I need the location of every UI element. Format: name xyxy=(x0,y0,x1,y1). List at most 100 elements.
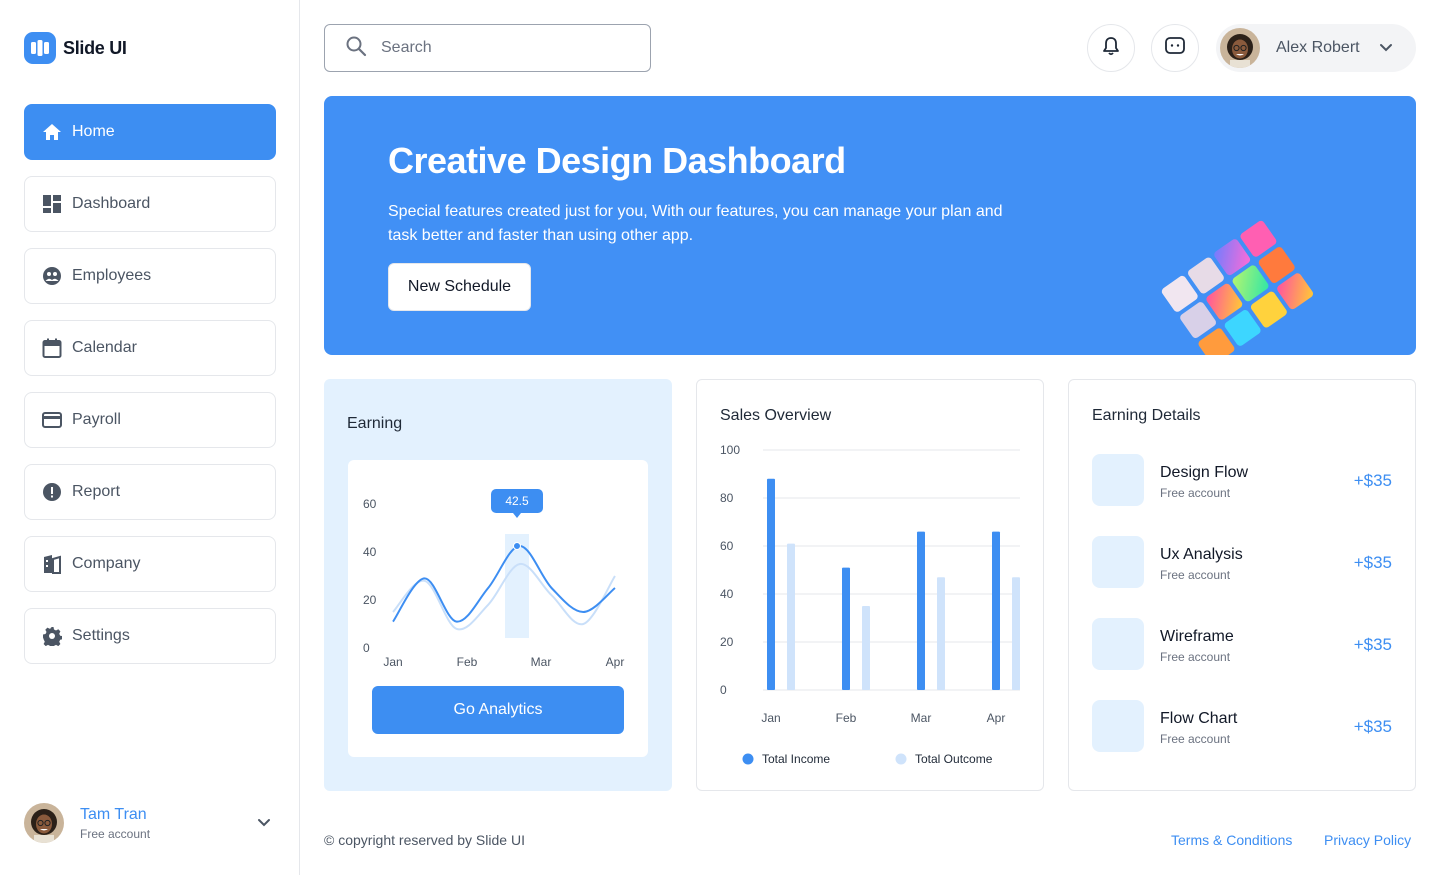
y-tick-label: 60 xyxy=(363,497,377,511)
sidebar-item-calendar[interactable]: Calendar xyxy=(24,320,276,376)
messages-button[interactable] xyxy=(1151,24,1199,72)
x-tick-label: Feb xyxy=(457,655,478,669)
legend-label: Total Outcome xyxy=(915,752,993,766)
sidebar-item-label: Payroll xyxy=(72,411,121,428)
y-tick-label: 40 xyxy=(720,587,734,601)
brand[interactable]: Slide UI xyxy=(24,32,127,64)
sidebar-item-settings[interactable]: Settings xyxy=(24,608,276,664)
x-tick-label: Apr xyxy=(606,655,625,669)
sidebar-item-label: Employees xyxy=(72,267,152,284)
alert-icon xyxy=(42,482,62,502)
credit-card-icon xyxy=(42,410,62,430)
sidebar-item-company[interactable]: Company xyxy=(24,536,276,592)
chevron-down-icon xyxy=(1378,40,1394,61)
bar xyxy=(937,577,945,690)
item-amount: +$35 xyxy=(1353,635,1392,654)
sidebar-item-home[interactable]: Home xyxy=(24,104,276,160)
home-icon xyxy=(42,122,62,142)
privacy-link[interactable]: Privacy Policy xyxy=(1324,832,1411,848)
y-tick-label: 0 xyxy=(363,641,370,655)
item-name: Ux Analysis xyxy=(1160,546,1243,563)
slide-logo-icon xyxy=(24,32,56,64)
sidebar-item-label: Dashboard xyxy=(72,195,151,212)
rubiks-cube-illustration xyxy=(1084,216,1344,355)
item-amount: +$35 xyxy=(1353,717,1392,736)
sidebar-user[interactable]: Tam Tran Free account xyxy=(24,802,276,844)
earning-details-title: Earning Details xyxy=(1092,407,1201,424)
bar xyxy=(862,606,870,690)
tooltip-pointer xyxy=(513,513,521,518)
earning-card: Earning 0 20 40 60 Jan Feb Mar Apr 42.5 Go Analy… xyxy=(324,379,672,791)
legend-marker xyxy=(895,753,907,765)
earning-details-card: Earning Details Design Flow Free account… xyxy=(1068,379,1416,791)
sidebar-item-label: Home xyxy=(72,123,115,140)
sidebar-nav: Home Dashboard Employees Calendar Payrol… xyxy=(24,104,276,680)
x-tick-label: Mar xyxy=(911,711,932,725)
bell-icon xyxy=(1102,36,1120,61)
sidebar-item-employees[interactable]: Employees xyxy=(24,248,276,304)
highlight-point xyxy=(513,542,521,550)
bar xyxy=(767,478,775,690)
item-subtitle: Free account xyxy=(1160,732,1231,746)
sidebar-user-name: Tam Tran xyxy=(80,805,147,823)
sidebar-item-label: Report xyxy=(72,483,121,500)
item-subtitle: Free account xyxy=(1160,486,1231,500)
bar xyxy=(917,531,925,690)
bar xyxy=(1012,577,1020,690)
go-analytics-button[interactable]: Go Analytics xyxy=(372,686,624,734)
copyright-text: © copyright reserved by Slide UI xyxy=(324,832,525,848)
terms-link[interactable]: Terms & Conditions xyxy=(1171,832,1292,848)
list-item[interactable]: Ux Analysis Free account +$35 xyxy=(1092,536,1392,588)
x-tick-label: Jan xyxy=(383,655,402,669)
avatar xyxy=(1220,28,1260,68)
item-thumbnail xyxy=(1092,454,1144,506)
sidebar-item-payroll[interactable]: Payroll xyxy=(24,392,276,448)
sales-overview-card: Sales Overview 0 20 40 60 80 100 Jan Feb Mar Apr T… xyxy=(696,379,1044,791)
sidebar-item-report[interactable]: Report xyxy=(24,464,276,520)
item-amount: +$35 xyxy=(1353,553,1392,572)
employees-icon xyxy=(42,266,62,286)
brand-name: Slide UI xyxy=(63,37,127,58)
item-thumbnail xyxy=(1092,618,1144,670)
dashboard-icon xyxy=(42,194,62,214)
sidebar-item-label: Settings xyxy=(72,627,130,644)
list-item[interactable]: Wireframe Free account +$35 xyxy=(1092,618,1392,670)
bar xyxy=(787,543,795,690)
item-thumbnail xyxy=(1092,536,1144,588)
bar xyxy=(992,531,1000,690)
item-name: Design Flow xyxy=(1160,464,1249,481)
list-item[interactable]: Flow Chart Free account +$35 xyxy=(1092,700,1392,752)
sales-chart: 0 20 40 60 80 100 Jan Feb Mar Apr Total Income Tota… xyxy=(720,443,1020,766)
hero-title: Creative Design Dashboard xyxy=(388,140,846,181)
x-tick-label: Mar xyxy=(531,655,552,669)
search-box[interactable] xyxy=(324,24,651,72)
y-tick-label: 100 xyxy=(720,443,740,457)
profile-name: Alex Robert xyxy=(1276,39,1360,56)
item-name: Flow Chart xyxy=(1160,710,1238,727)
item-name: Wireframe xyxy=(1160,628,1234,645)
legend-label: Total Income xyxy=(762,752,830,766)
y-tick-label: 40 xyxy=(363,545,377,559)
search-icon xyxy=(345,35,367,62)
chevron-down-icon[interactable] xyxy=(256,814,272,835)
list-item[interactable]: Design Flow Free account +$35 xyxy=(1092,454,1392,506)
earning-title: Earning xyxy=(347,415,403,432)
new-schedule-button[interactable]: New Schedule xyxy=(388,263,531,311)
bar xyxy=(842,567,850,690)
x-tick-label: Jan xyxy=(761,711,780,725)
x-tick-label: Feb xyxy=(836,711,857,725)
sidebar-user-subtitle: Free account xyxy=(80,826,151,841)
legend-marker xyxy=(742,753,754,765)
search-input[interactable] xyxy=(381,39,621,57)
chat-icon xyxy=(1164,36,1186,61)
notifications-button[interactable] xyxy=(1087,24,1135,72)
y-tick-label: 60 xyxy=(720,539,734,553)
hero-banner: Creative Design Dashboard Special featur… xyxy=(324,96,1416,355)
building-icon xyxy=(42,554,62,574)
item-subtitle: Free account xyxy=(1160,568,1231,582)
sidebar-item-label: Calendar xyxy=(72,339,137,356)
y-tick-label: 80 xyxy=(720,491,734,505)
sidebar-item-dashboard[interactable]: Dashboard xyxy=(24,176,276,232)
item-amount: +$35 xyxy=(1353,471,1392,490)
profile-menu[interactable]: Alex Robert xyxy=(1216,24,1416,72)
